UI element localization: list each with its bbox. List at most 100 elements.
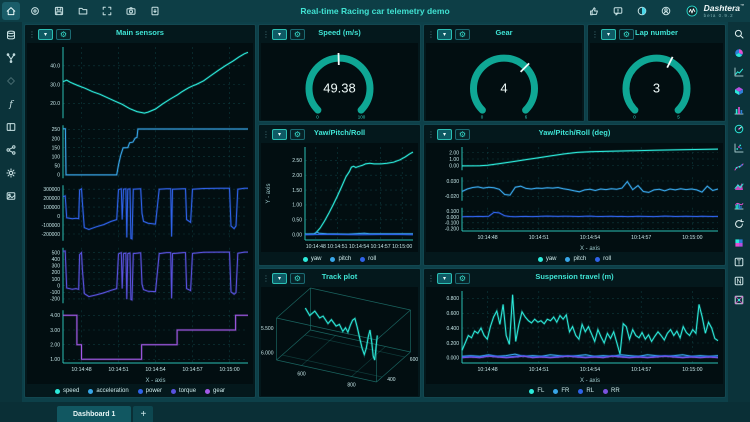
panel-yaw-pitch-roll: ⋮⋮ ▾ ⚙ Yaw/Pitch/Roll 0.000.501.001.502.… — [258, 124, 421, 266]
brand-logo[interactable]: Dashtera™ beta 0.9.2 — [683, 2, 744, 20]
home-icon[interactable] — [2, 2, 20, 20]
camera-icon[interactable] — [122, 2, 140, 20]
gauge-tool-icon[interactable] — [731, 121, 747, 136]
svg-text:0.50: 0.50 — [292, 218, 302, 224]
panel-collapse-button[interactable]: ▾ — [601, 29, 616, 40]
open-icon[interactable] — [74, 2, 92, 20]
panel-settings-button[interactable]: ⚙ — [290, 29, 305, 40]
speed-gauge[interactable]: 49.38 0 100 — [261, 43, 418, 120]
legend-item-speed[interactable]: speed — [54, 388, 79, 394]
ypr-deg-chart[interactable]: 0.00 1.00 2.00 0.030 -0.020 0.100 0.000 -0.100-… — [426, 143, 723, 252]
histogram-icon[interactable] — [731, 197, 747, 212]
panel-collapse-button[interactable]: ▾ — [437, 129, 452, 140]
drag-handle-icon[interactable]: ⋮⋮ — [427, 30, 434, 39]
drag-handle-icon[interactable]: ⋮⋮ — [427, 274, 434, 283]
legend-item-RL[interactable]: RL — [578, 388, 594, 394]
panel-settings-button[interactable]: ⚙ — [290, 273, 305, 284]
legend-label: power — [145, 388, 163, 394]
theme-icon[interactable] — [633, 2, 651, 20]
legend-item-FR[interactable]: FR — [553, 388, 569, 394]
panel-collapse-button[interactable]: ▾ — [437, 29, 452, 40]
svg-text:10:14:54: 10:14:54 — [349, 244, 369, 250]
export-icon[interactable] — [146, 2, 164, 20]
scatter-chart-icon[interactable] — [731, 140, 747, 155]
legend-label: yaw — [545, 256, 557, 262]
surface-3d-icon[interactable] — [731, 83, 747, 98]
panel-collapse-button[interactable]: ▾ — [272, 129, 287, 140]
main-sensors-chart[interactable]: 20.0 30.0 40.0 0 50 100 150 200 250 -200000 -10000… — [27, 43, 253, 384]
heatmap-icon[interactable] — [731, 235, 747, 250]
feedback-icon[interactable] — [609, 2, 627, 20]
panel-settings-button[interactable]: ⚙ — [455, 29, 470, 40]
note-tool-icon[interactable]: N — [731, 273, 747, 288]
suspension-chart[interactable]: 0.000 0.200 0.400 0.600 0.800 10:14:48 10:14:5… — [426, 287, 723, 384]
panel-speed-gauge: ⋮⋮ ▾ ⚙ Speed (m/s) 49.380100 — [258, 24, 421, 122]
lap-gauge[interactable]: 305 — [590, 43, 723, 120]
svg-text:100: 100 — [358, 114, 366, 119]
panel-settings-button[interactable]: ⚙ — [56, 29, 71, 40]
legend-item-pitch[interactable]: pitch — [565, 256, 586, 262]
api-icon[interactable] — [26, 2, 44, 20]
panel-collapse-button[interactable]: ▾ — [437, 273, 452, 284]
legend-item-power[interactable]: power — [137, 388, 163, 394]
panel-collapse-button[interactable]: ▾ — [272, 29, 287, 40]
diamond-icon[interactable] — [3, 73, 19, 88]
function-icon[interactable]: f — [3, 96, 19, 111]
save-icon[interactable] — [50, 2, 68, 20]
legend-item-roll[interactable]: roll — [360, 256, 376, 262]
gear-gauge[interactable]: 406 — [426, 43, 582, 120]
svg-text:0.800: 0.800 — [446, 296, 459, 302]
volcano-chart-icon[interactable] — [731, 178, 747, 193]
image-tool-icon[interactable] — [731, 292, 747, 307]
legend-item-gear[interactable]: gear — [205, 388, 225, 394]
legend-dot-icon — [330, 256, 336, 262]
svg-text:10:14:51: 10:14:51 — [529, 235, 549, 241]
dashboard-tab[interactable]: Dashboard 1 — [57, 406, 132, 422]
topbar-right: Dashtera™ beta 0.9.2 — [583, 2, 750, 20]
text-tool-icon[interactable]: T — [731, 254, 747, 269]
settings-icon[interactable] — [3, 165, 19, 180]
panel-settings-button[interactable]: ⚙ — [455, 273, 470, 284]
branches-icon[interactable] — [3, 50, 19, 65]
search-icon[interactable] — [731, 26, 747, 41]
bar-chart-icon[interactable] — [731, 102, 747, 117]
legend-item-yaw[interactable]: yaw — [302, 256, 321, 262]
panel-collapse-button[interactable]: ▾ — [38, 29, 53, 40]
svg-text:0: 0 — [57, 214, 60, 220]
drag-handle-icon[interactable]: ⋮⋮ — [591, 30, 598, 39]
legend-item-yaw[interactable]: yaw — [537, 256, 557, 262]
like-icon[interactable] — [585, 2, 603, 20]
drag-handle-icon[interactable]: ⋮⋮ — [28, 30, 35, 39]
scatter-fit-icon[interactable] — [731, 159, 747, 174]
svg-text:10:14:48: 10:14:48 — [306, 244, 326, 250]
panel-settings-button[interactable]: ⚙ — [455, 129, 470, 140]
legend-item-torque[interactable]: torque — [171, 388, 196, 394]
screenshot-icon[interactable] — [3, 188, 19, 203]
svg-text:49.38: 49.38 — [323, 81, 356, 96]
legend-item-FL[interactable]: FL — [529, 388, 544, 394]
panel-collapse-button[interactable]: ▾ — [272, 273, 287, 284]
account-icon[interactable] — [657, 2, 675, 20]
drag-handle-icon[interactable]: ⋮⋮ — [262, 130, 269, 139]
legend-item-pitch[interactable]: pitch — [330, 256, 351, 262]
line-chart-icon[interactable] — [731, 64, 747, 79]
database-icon[interactable] — [3, 27, 19, 42]
layout-icon[interactable] — [3, 119, 19, 134]
svg-text:3.00: 3.00 — [50, 328, 60, 334]
legend-item-roll[interactable]: roll — [595, 256, 611, 262]
panel-settings-button[interactable]: ⚙ — [619, 29, 634, 40]
panel-settings-button[interactable]: ⚙ — [290, 129, 305, 140]
refresh-icon[interactable] — [731, 216, 747, 231]
legend-item-acceleration[interactable]: acceleration — [88, 388, 129, 394]
legend-label: pitch — [573, 256, 587, 262]
drag-handle-icon[interactable]: ⋮⋮ — [262, 30, 269, 39]
drag-handle-icon[interactable]: ⋮⋮ — [262, 274, 269, 283]
track-3d-chart[interactable]: -715.500 -716.000 600 800 400 600 — [261, 287, 418, 396]
ypr-chart[interactable]: 0.00 0.50 1.00 1.50 2.00 2.50 10:14:48 10:14:51… — [261, 143, 418, 252]
share-icon[interactable] — [3, 142, 19, 157]
fullscreen-icon[interactable] — [98, 2, 116, 20]
add-dashboard-button[interactable]: + — [133, 406, 154, 422]
drag-handle-icon[interactable]: ⋮⋮ — [427, 130, 434, 139]
pie-chart-icon[interactable] — [731, 45, 747, 60]
legend-item-RR[interactable]: RR — [603, 388, 620, 394]
